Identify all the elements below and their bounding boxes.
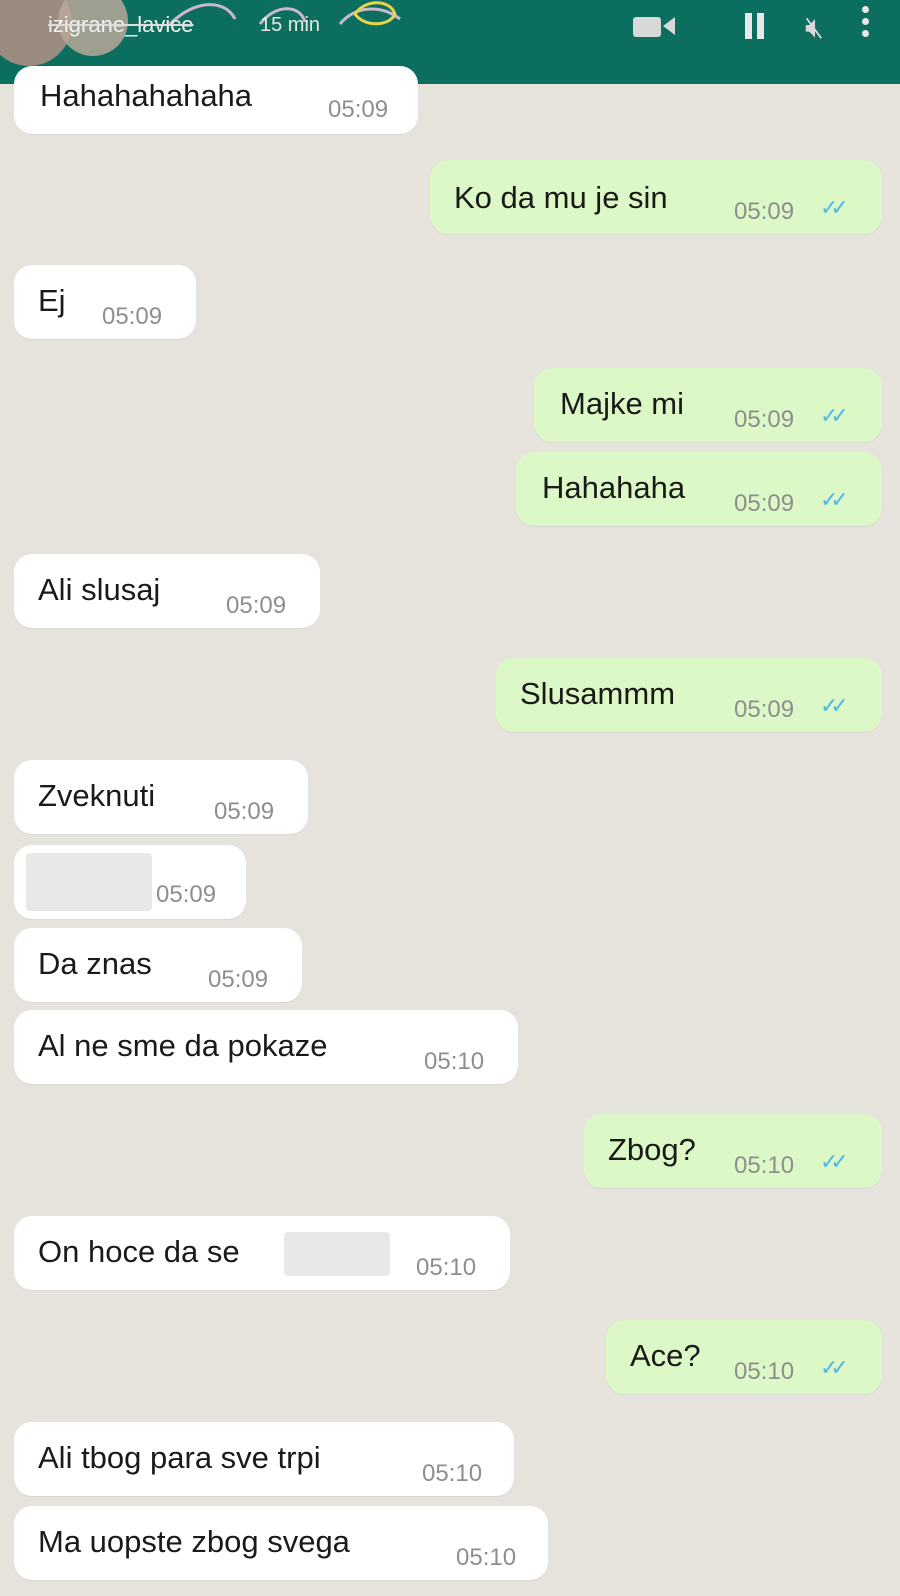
message-bubble-incoming: 05:09 bbox=[14, 845, 246, 919]
message-text: Ko da mu je sin bbox=[454, 180, 668, 215]
pause-icon[interactable] bbox=[745, 12, 769, 47]
message-bubble-outgoing: Zbog? 05:10 ✓✓ bbox=[584, 1114, 882, 1188]
message-time: 05:09 bbox=[208, 966, 269, 993]
message-time: 05:09 bbox=[226, 592, 287, 619]
message-time: 05:09 bbox=[214, 798, 275, 825]
message-text: Zveknuti bbox=[38, 778, 156, 813]
message-text: Majke mi bbox=[560, 386, 685, 421]
message-text: Zbog? bbox=[608, 1132, 696, 1167]
message-bubble-outgoing: Hahahaha 05:09 ✓✓ bbox=[516, 452, 882, 526]
message-bubble-incoming: On hoce da se 05:10 bbox=[14, 1216, 510, 1290]
message-bubble-outgoing: Majke mi 05:09 ✓✓ bbox=[534, 368, 882, 442]
more-options-icon[interactable] bbox=[862, 6, 869, 42]
message-time: 05:10 bbox=[422, 1460, 483, 1487]
message-bubble-incoming: Al ne sme da pokaze 05:10 bbox=[14, 1010, 518, 1084]
message-text: Slusammm bbox=[520, 676, 676, 711]
message-text: Al ne sme da pokaze bbox=[38, 1028, 328, 1063]
message-bubble-incoming: Ali slusaj 05:09 bbox=[14, 554, 320, 628]
message-bubble-incoming: Da znas 05:09 bbox=[14, 928, 302, 1002]
message-text: Hahahaha bbox=[542, 470, 686, 505]
video-camera-icon[interactable] bbox=[633, 10, 675, 45]
message-text: On hoce da se bbox=[38, 1234, 240, 1269]
message-time: 05:10 bbox=[734, 1152, 795, 1179]
message-text: Ace? bbox=[630, 1338, 701, 1373]
message-text: Hahahahahaha bbox=[40, 78, 253, 113]
message-text: Ali slusaj bbox=[38, 572, 161, 607]
story-username[interactable]: izigrane_lavice bbox=[48, 12, 194, 38]
read-receipt-icon: ✓✓ bbox=[820, 196, 849, 221]
read-receipt-icon: ✓✓ bbox=[820, 1356, 849, 1381]
read-receipt-icon: ✓✓ bbox=[820, 404, 849, 429]
message-bubble-incoming: Zveknuti 05:09 bbox=[14, 760, 308, 834]
message-bubble-incoming: Ej 05:09 bbox=[14, 265, 196, 339]
message-time: 05:09 bbox=[102, 303, 163, 330]
message-time: 05:09 bbox=[328, 96, 389, 123]
read-receipt-icon: ✓✓ bbox=[820, 694, 849, 719]
read-receipt-icon: ✓✓ bbox=[820, 488, 849, 513]
message-time: 05:09 bbox=[734, 696, 795, 723]
message-bubble-outgoing: Ace? 05:10 ✓✓ bbox=[606, 1320, 882, 1394]
message-text: Da znas bbox=[38, 946, 152, 981]
redacted-content bbox=[284, 1232, 390, 1276]
message-time: 05:10 bbox=[424, 1048, 485, 1075]
story-time-ago: 15 min bbox=[260, 14, 321, 36]
message-time: 05:10 bbox=[734, 1358, 795, 1385]
read-receipt-icon: ✓✓ bbox=[820, 1150, 849, 1175]
message-time: 05:10 bbox=[416, 1254, 477, 1281]
message-time: 05:09 bbox=[156, 881, 217, 908]
message-bubble-incoming: Hahahahahaha 05:09 bbox=[14, 66, 418, 134]
redacted-content bbox=[26, 853, 152, 911]
message-text: Ma uopste zbog svega bbox=[38, 1524, 350, 1559]
message-text: Ali tbog para sve trpi bbox=[38, 1440, 321, 1475]
mute-icon[interactable]: 🔇︎ bbox=[805, 10, 824, 45]
message-time: 05:09 bbox=[734, 406, 795, 433]
message-bubble-outgoing: Slusammm 05:09 ✓✓ bbox=[496, 658, 882, 732]
message-bubble-incoming: Ma uopste zbog svega 05:10 bbox=[14, 1506, 548, 1580]
message-time: 05:09 bbox=[734, 490, 795, 517]
message-bubble-incoming: Ali tbog para sve trpi 05:10 bbox=[14, 1422, 514, 1496]
message-time: 05:10 bbox=[456, 1544, 517, 1571]
message-bubble-outgoing: Ko da mu je sin 05:09 ✓✓ bbox=[430, 160, 882, 234]
message-text: Ej bbox=[38, 283, 66, 318]
message-time: 05:09 bbox=[734, 198, 795, 225]
